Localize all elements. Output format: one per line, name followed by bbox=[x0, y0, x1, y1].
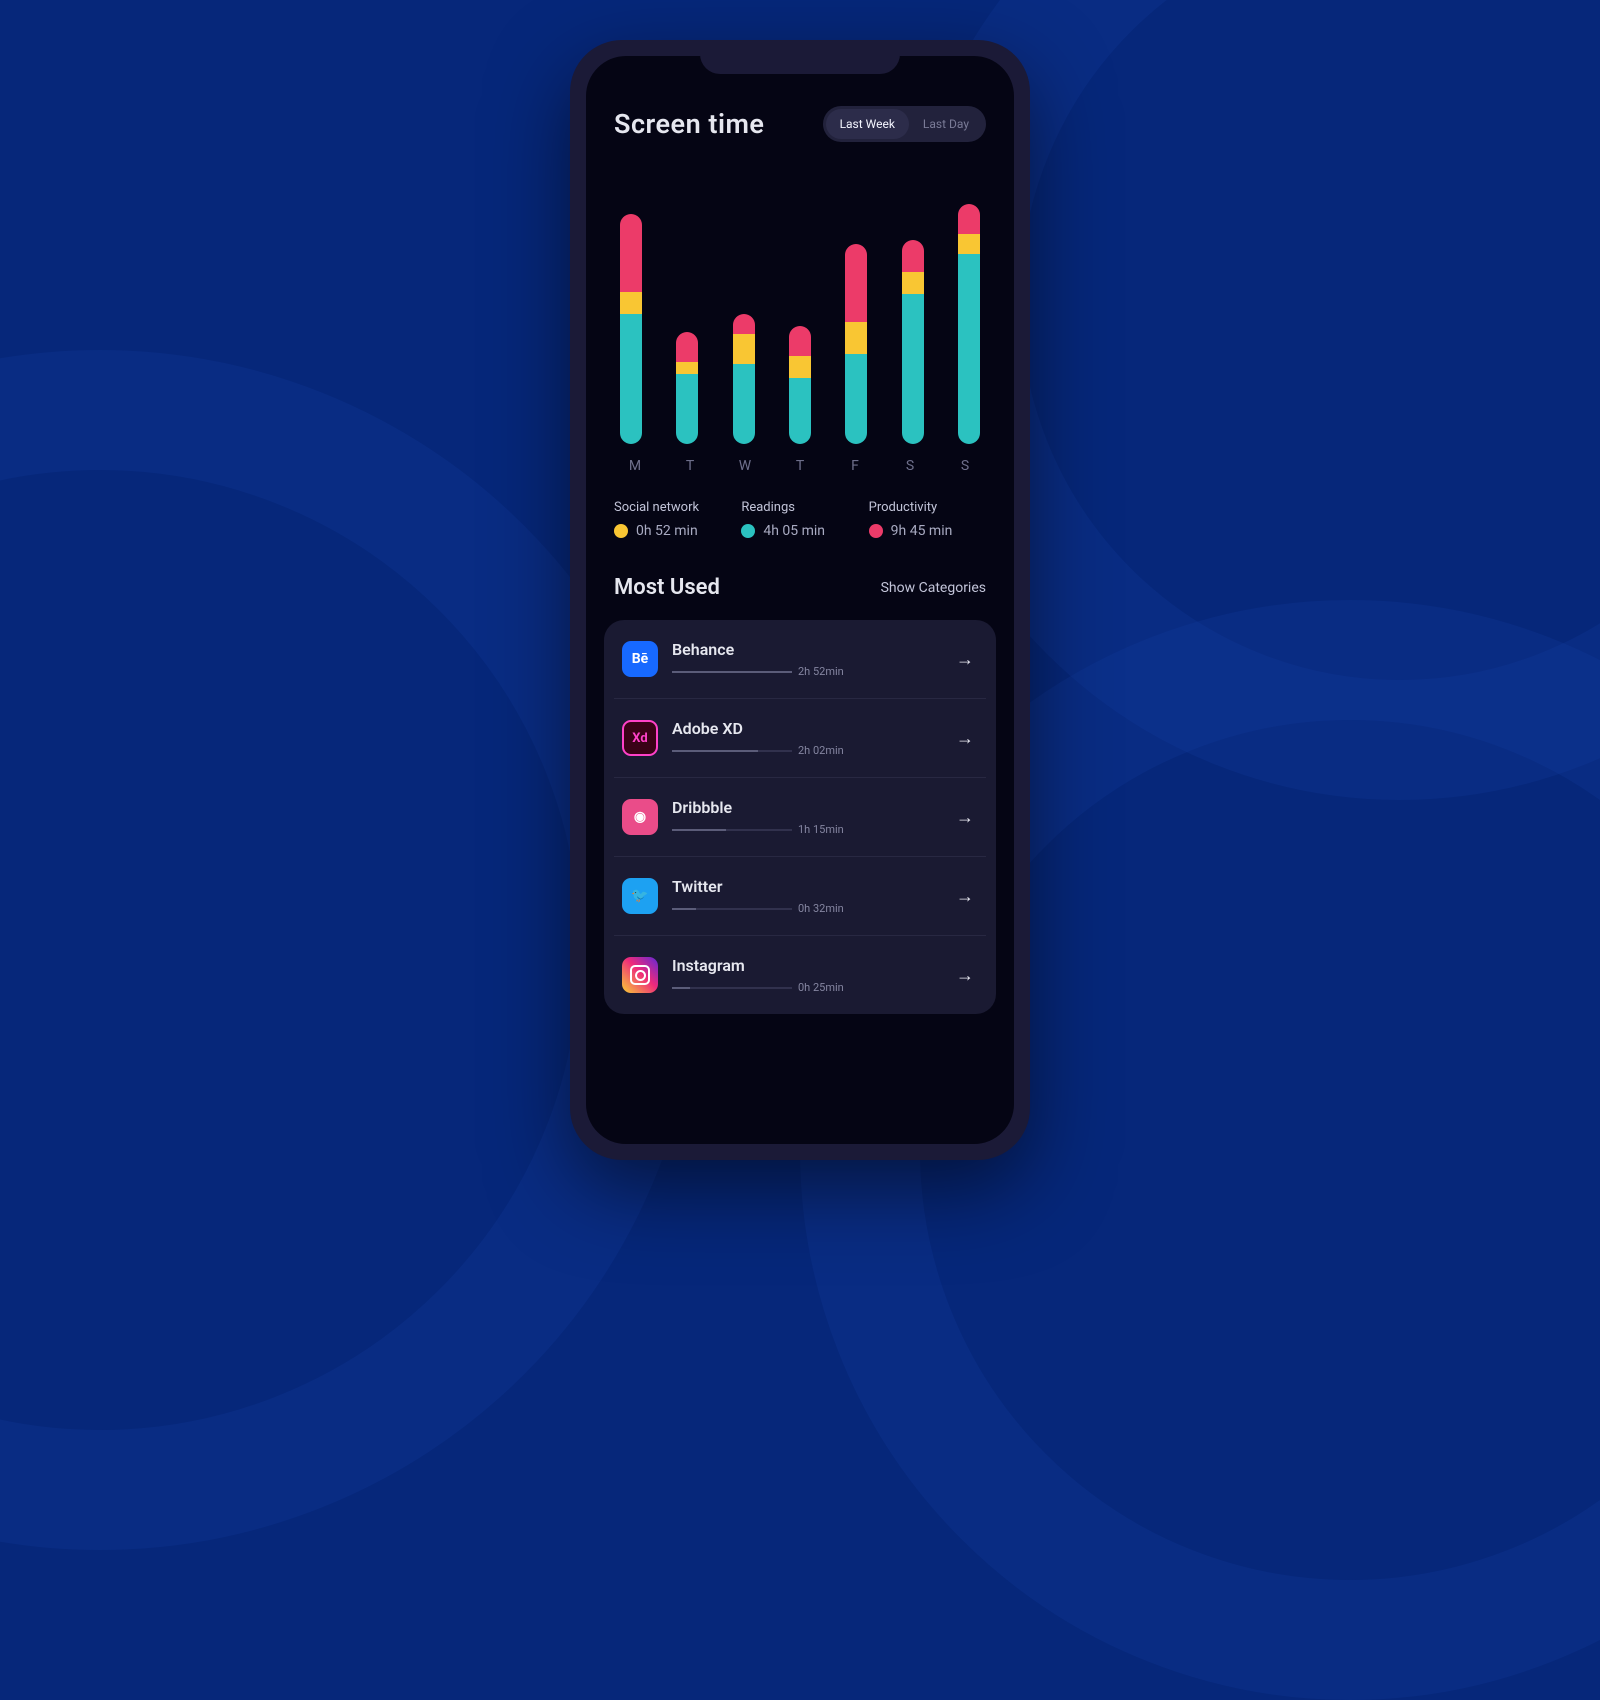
show-categories-link[interactable]: Show Categories bbox=[881, 580, 986, 596]
chart-bar[interactable] bbox=[676, 332, 698, 444]
legend-value: 0h 52 min bbox=[636, 523, 698, 539]
segment-last-week[interactable]: Last Week bbox=[826, 109, 909, 139]
chart-day-label: M bbox=[624, 458, 646, 474]
legend-name: Social network bbox=[614, 500, 731, 515]
legend-dot-icon bbox=[869, 524, 883, 538]
instagram-icon bbox=[622, 957, 658, 993]
app-row[interactable]: 🐦 Twitter 0h 32min → bbox=[614, 857, 986, 936]
chart-bar[interactable] bbox=[845, 244, 867, 444]
legend-item: Readings 4h 05 min bbox=[741, 500, 858, 539]
chart-day-label: W bbox=[734, 458, 756, 474]
chevron-right-icon[interactable]: → bbox=[952, 649, 978, 670]
chart-bar[interactable] bbox=[902, 240, 924, 444]
chevron-right-icon[interactable]: → bbox=[952, 728, 978, 749]
chart-bar[interactable] bbox=[733, 314, 755, 444]
segment-last-day[interactable]: Last Day bbox=[909, 109, 983, 139]
dribbble-icon: ◉ bbox=[622, 799, 658, 835]
chevron-right-icon[interactable]: → bbox=[952, 965, 978, 986]
screen-header: Screen time Last Week Last Day bbox=[614, 106, 986, 142]
most-used-list: Bē Behance 2h 52min → Xd Adobe XD 2h 02min → ◉ Dr… bbox=[604, 620, 996, 1014]
legend-dot-icon bbox=[741, 524, 755, 538]
chart-day-label: S bbox=[954, 458, 976, 474]
legend-dot-icon bbox=[614, 524, 628, 538]
chevron-right-icon[interactable]: → bbox=[952, 807, 978, 828]
most-used-title: Most Used bbox=[614, 575, 720, 600]
app-row[interactable]: Xd Adobe XD 2h 02min → bbox=[614, 699, 986, 778]
app-time: 0h 25min bbox=[798, 981, 844, 994]
chart-day-label: S bbox=[899, 458, 921, 474]
app-progress bbox=[672, 987, 792, 989]
chart-day-label: F bbox=[844, 458, 866, 474]
app-progress bbox=[672, 750, 792, 752]
app-progress bbox=[672, 671, 792, 673]
xd-icon: Xd bbox=[622, 720, 658, 756]
phone-notch bbox=[700, 40, 900, 74]
chevron-right-icon[interactable]: → bbox=[952, 886, 978, 907]
legend-value: 4h 05 min bbox=[763, 523, 825, 539]
app-time: 1h 15min bbox=[798, 823, 844, 836]
chart-legend: Social network 0h 52 min Readings 4h 05 min… bbox=[614, 500, 986, 539]
app-progress bbox=[672, 829, 792, 831]
app-row[interactable]: ◉ Dribbble 1h 15min → bbox=[614, 778, 986, 857]
app-name: Instagram bbox=[672, 956, 952, 975]
behance-icon: Bē bbox=[622, 641, 658, 677]
app-row[interactable]: Bē Behance 2h 52min → bbox=[614, 620, 986, 699]
chart-bar[interactable] bbox=[958, 204, 980, 444]
app-name: Behance bbox=[672, 640, 952, 659]
period-segmented: Last Week Last Day bbox=[823, 106, 986, 142]
legend-name: Productivity bbox=[869, 500, 986, 515]
app-name: Adobe XD bbox=[672, 719, 952, 738]
twitter-icon: 🐦 bbox=[622, 878, 658, 914]
most-used-header: Most Used Show Categories bbox=[614, 575, 986, 600]
phone-mock: Screen time Last Week Last Day M T W T F S S S… bbox=[570, 40, 1030, 1160]
weekly-usage-chart bbox=[614, 174, 986, 444]
app-time: 2h 02min bbox=[798, 744, 844, 757]
app-name: Dribbble bbox=[672, 798, 952, 817]
app-screen: Screen time Last Week Last Day M T W T F S S S… bbox=[586, 56, 1014, 1144]
app-time: 0h 32min bbox=[798, 902, 844, 915]
app-name: Twitter bbox=[672, 877, 952, 896]
chart-x-axis: MTWTFSS bbox=[614, 458, 986, 474]
legend-item: Social network 0h 52 min bbox=[614, 500, 731, 539]
legend-name: Readings bbox=[741, 500, 858, 515]
chart-day-label: T bbox=[679, 458, 701, 474]
page-title: Screen time bbox=[614, 108, 764, 140]
chart-bar[interactable] bbox=[620, 214, 642, 444]
app-time: 2h 52min bbox=[798, 665, 844, 678]
app-row[interactable]: Instagram 0h 25min → bbox=[614, 936, 986, 1014]
chart-bar[interactable] bbox=[789, 326, 811, 444]
app-progress bbox=[672, 908, 792, 910]
legend-value: 9h 45 min bbox=[891, 523, 953, 539]
legend-item: Productivity 9h 45 min bbox=[869, 500, 986, 539]
chart-day-label: T bbox=[789, 458, 811, 474]
